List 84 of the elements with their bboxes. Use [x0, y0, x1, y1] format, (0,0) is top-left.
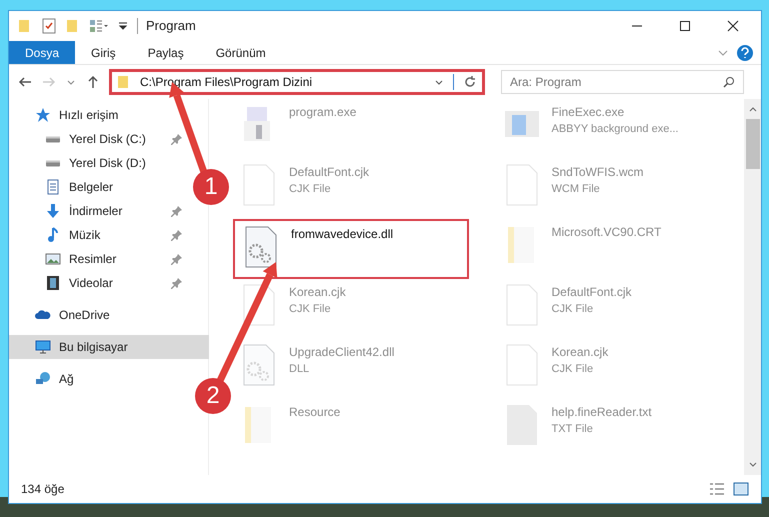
pin-icon[interactable] [171, 133, 183, 145]
film-icon [45, 275, 61, 291]
address-bar[interactable]: C:\Program Files\Program Dizini [109, 69, 485, 95]
drive-icon [45, 160, 61, 166]
file-type: CJK File [289, 302, 332, 317]
file-icon [504, 343, 540, 387]
music-note-icon [45, 227, 61, 243]
checklist-icon[interactable] [41, 18, 57, 34]
file-type: WCM File [552, 182, 601, 197]
gear-file-icon [241, 343, 277, 387]
search-icon[interactable] [723, 76, 735, 88]
file-icon [241, 283, 277, 327]
file-icon [241, 163, 277, 207]
file-name: UpgradeClient42.dll [289, 344, 394, 361]
sidebar-label: İndirmeler [69, 203, 124, 220]
item-count: 134 öğe [21, 481, 66, 498]
file-name: DefaultFont.cjk [289, 164, 370, 181]
search-input[interactable]: Ara: Program [510, 73, 723, 91]
sidebar-item[interactable]: OneDrive [9, 303, 191, 327]
file-name: Korean.cjk [552, 344, 608, 361]
details-view-icon[interactable] [709, 481, 725, 497]
pin-icon[interactable] [171, 205, 183, 217]
file-type: DLL [289, 362, 310, 377]
down-arrow-icon [45, 203, 61, 219]
file-type: TXT File [552, 422, 594, 437]
ribbon-tab[interactable]: Görünüm [200, 41, 282, 64]
gear-file-icon [243, 225, 279, 269]
file-name: FineExec.exe [552, 104, 626, 121]
sidebar-item[interactable]: İndirmeler [9, 199, 191, 223]
pin-icon[interactable] [171, 253, 183, 265]
sidebar-label: Ağ [59, 371, 75, 388]
file-type: CJK File [552, 362, 594, 377]
file-name: SndToWFIS.wcm [552, 164, 644, 181]
search-field[interactable]: Ara: Program [501, 70, 744, 94]
sidebar-item[interactable]: Resimler [9, 247, 191, 271]
window-title: Program [146, 17, 196, 36]
file-name: program.exe [289, 104, 356, 121]
ribbon-tab[interactable]: Dosya [9, 41, 76, 64]
sidebar-item[interactable]: Bu bilgisayar [9, 335, 209, 359]
document-icon [45, 179, 61, 195]
sidebar-label: Bu bilgisayar [59, 339, 129, 356]
file-type: CJK File [552, 302, 594, 317]
sidebar-label: OneDrive [59, 307, 111, 324]
sidebar-label: Yerel Disk (D:) [69, 155, 147, 172]
pin-icon[interactable] [171, 229, 183, 241]
monitor-icon [35, 339, 51, 355]
file-name: help.fineReader.txt [552, 404, 652, 421]
picture-icon [45, 251, 61, 267]
drive-icon [45, 136, 61, 142]
network-icon [35, 371, 51, 387]
file-item[interactable]: fromwavedevice.dll [233, 219, 469, 279]
sidebar-label: Müzik [69, 227, 102, 244]
address-path: C:\Program Files\Program Dizini [140, 74, 314, 91]
sidebar-label: Belgeler [69, 179, 114, 196]
sidebar-label: Yerel Disk (C:) [69, 131, 147, 148]
sidebar-label: Hızlı erişim [59, 107, 120, 124]
dropdown-icon[interactable] [117, 20, 129, 32]
file-name: Korean.cjk [289, 284, 346, 301]
sidebar-item[interactable]: Yerel Disk (D:) [9, 151, 191, 175]
ribbon-tab[interactable]: Paylaş [132, 41, 200, 64]
properties-icon[interactable] [89, 18, 109, 34]
ribbon-tab[interactable]: Giriş [75, 41, 132, 64]
sidebar-item[interactable]: Videolar [9, 271, 191, 295]
file-type: CJK File [289, 182, 332, 197]
sidebar-item[interactable]: Hızlı erişim [9, 103, 191, 127]
file-type: ABBYY background exe... [552, 122, 678, 137]
scrollbar-thumb[interactable] [746, 119, 760, 169]
sidebar-item[interactable]: Müzik [9, 223, 191, 247]
help-icon[interactable] [737, 44, 753, 60]
file-icon [504, 163, 540, 207]
sidebar-label: Videolar [69, 275, 114, 292]
sidebar-item[interactable]: Yerel Disk (C:) [9, 127, 191, 151]
star-icon [35, 107, 51, 123]
scrollbar[interactable] [744, 99, 761, 475]
sidebar-label: Resimler [69, 251, 118, 268]
pin-icon[interactable] [171, 277, 183, 289]
file-name: Resource [289, 404, 340, 421]
sidebar-item[interactable]: Ağ [9, 367, 191, 391]
file-name: Microsoft.VC90.CRT [552, 224, 662, 241]
large-icons-view-icon[interactable] [733, 481, 749, 497]
file-name: fromwavedevice.dll [291, 226, 394, 243]
file-name: DefaultFont.cjk [552, 284, 632, 301]
sidebar-item[interactable]: Belgeler [9, 175, 191, 199]
file-icon [504, 283, 540, 327]
